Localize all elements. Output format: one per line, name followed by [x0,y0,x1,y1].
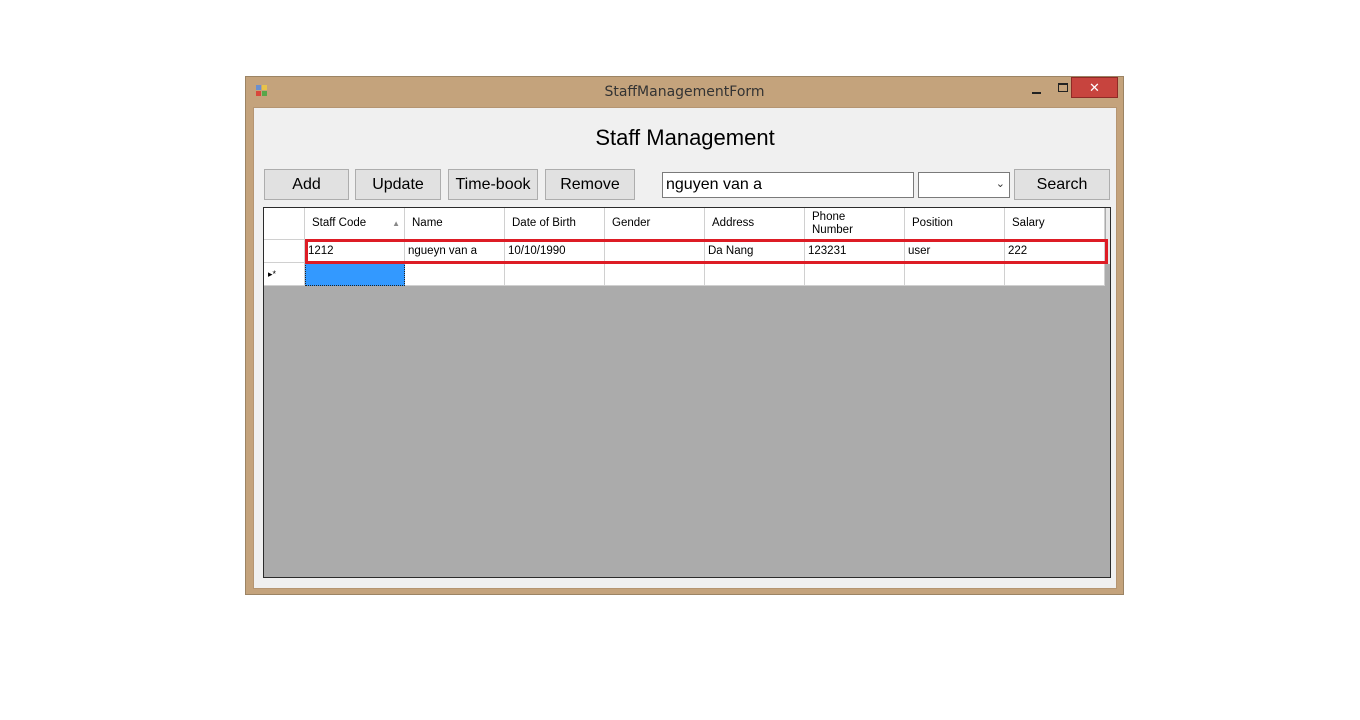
table-cell[interactable]: 1212 [305,240,405,263]
add-button[interactable]: Add [264,169,349,200]
new-row-cell[interactable] [505,263,605,286]
window-title: StaffManagementForm [604,84,765,100]
column-header-label: Staff Code [312,217,367,229]
column-header-address[interactable]: Address [705,208,805,240]
timebook-button[interactable]: Time-book [448,169,538,200]
close-icon: ✕ [1089,80,1100,95]
new-row-cell[interactable] [705,263,805,286]
new-row-cell[interactable] [405,263,505,286]
minimize-button[interactable] [1026,79,1048,99]
column-header-name[interactable]: Name [405,208,505,240]
new-row-cell[interactable] [905,263,1005,286]
row-header[interactable] [264,240,305,263]
table-cell[interactable]: Da Nang [705,240,805,263]
staff-data-grid[interactable]: Staff Code ▲ Name Date of Birth Gender A… [263,207,1111,578]
title-bar[interactable]: StaffManagementForm ✕ [246,77,1123,107]
page-title: Staff Management [595,125,775,150]
sort-ascending-icon: ▲ [392,219,400,228]
column-header-date-of-birth[interactable]: Date of Birth [505,208,605,240]
new-row-cell[interactable] [605,263,705,286]
column-header-position[interactable]: Position [905,208,1005,240]
new-row-selected-cell[interactable] [305,263,405,286]
column-header-gender[interactable]: Gender [605,208,705,240]
close-button[interactable]: ✕ [1071,77,1118,98]
new-row-marker-icon[interactable]: ▸* [264,263,305,286]
table-cell[interactable]: user [905,240,1005,263]
staff-management-window: StaffManagementForm ✕ Staff Management A… [245,76,1124,595]
grid-right-edge [1106,208,1110,264]
column-header-salary[interactable]: Salary [1005,208,1105,240]
table-cell[interactable]: 10/10/1990 [505,240,605,263]
table-cell[interactable]: 222 [1005,240,1105,263]
grid-corner-header[interactable] [264,208,305,240]
table-cell[interactable] [605,240,705,263]
update-button[interactable]: Update [355,169,441,200]
new-row-cell[interactable] [1005,263,1105,286]
column-header-staff-code[interactable]: Staff Code ▲ [305,208,405,240]
column-header-phone-number[interactable]: Phone Number [805,208,905,240]
search-button[interactable]: Search [1014,169,1110,200]
table-cell[interactable]: ngueyn van a [405,240,505,263]
search-filter-select[interactable]: ⌄ [918,172,1010,198]
table-cell[interactable]: 123231 [805,240,905,263]
new-row-cell[interactable] [805,263,905,286]
form-client-area: Staff Management Add Update Time-book Re… [253,107,1117,589]
chevron-down-icon[interactable]: ⌄ [996,177,1005,190]
remove-button[interactable]: Remove [545,169,635,200]
search-input[interactable] [662,172,914,198]
